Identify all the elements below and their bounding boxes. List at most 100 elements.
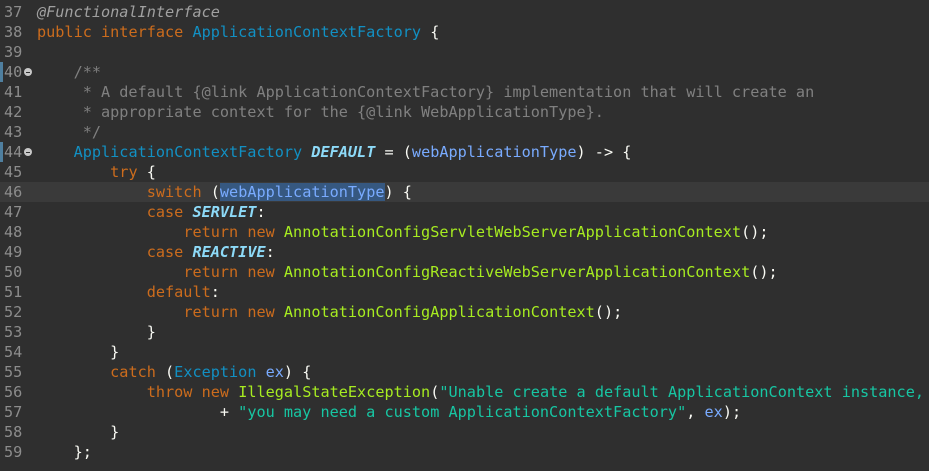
code-text: } <box>37 322 156 342</box>
line-number: 38 <box>4 23 23 41</box>
code-text: throw new IllegalStateException("Unable … <box>37 382 929 402</box>
code-line[interactable]: 40 /** <box>0 62 929 82</box>
code-token: AnnotationConfigApplicationContext <box>283 303 595 321</box>
code-text: case SERVLET: <box>37 202 266 222</box>
code-token: }; <box>37 443 92 461</box>
code-token: REACTIVE <box>192 243 266 261</box>
code-token: AnnotationConfigServletWebServerApplicat… <box>283 223 742 241</box>
line-number: 37 <box>4 3 23 21</box>
code-token: webApplicationType <box>411 143 577 161</box>
line-number: 43 <box>4 123 23 141</box>
code-text: } <box>37 342 119 362</box>
code-token: ex <box>704 403 723 421</box>
code-token: /** <box>37 63 102 81</box>
code-token: = ( <box>375 143 412 161</box>
code-line[interactable]: 54 } <box>0 342 929 362</box>
code-text: return new AnnotationConfigServletWebSer… <box>37 222 768 242</box>
code-text: ApplicationContextFactory DEFAULT = (web… <box>37 142 632 162</box>
code-line[interactable]: 47 case SERVLET: <box>0 202 929 222</box>
code-token: } <box>37 423 120 441</box>
code-token: ( <box>155 363 175 381</box>
code-line[interactable]: 51 default: <box>0 282 929 302</box>
code-line[interactable]: 38 public interface ApplicationContextFac… <box>0 22 929 42</box>
code-text: }; <box>37 442 92 462</box>
line-number: 50 <box>4 263 23 281</box>
code-token: (); <box>750 263 778 281</box>
code-line[interactable]: 53 } <box>0 322 929 342</box>
code-token: ); <box>722 403 742 421</box>
code-line[interactable]: 56 throw new IllegalStateException("Unab… <box>0 382 929 402</box>
line-number: 46 <box>4 183 23 201</box>
code-token: new <box>247 223 284 241</box>
code-text: public interface ApplicationContextFacto… <box>37 22 439 42</box>
code-token: Exception <box>174 363 266 381</box>
code-token: try <box>110 163 138 181</box>
code-token: ApplicationContextFactory <box>192 23 422 41</box>
code-line[interactable]: 52 return new AnnotationConfigApplicatio… <box>0 302 929 322</box>
code-line[interactable]: 46 switch (webApplicationType) { <box>0 182 929 202</box>
code-token: : <box>210 283 220 301</box>
code-token: SERVLET <box>192 203 257 221</box>
code-line[interactable]: 45 try { <box>0 162 929 182</box>
code-text: * appropriate context for the {@link Web… <box>37 102 604 122</box>
code-text: switch (webApplicationType) { <box>37 182 412 202</box>
code-token: new <box>247 303 284 321</box>
code-text: case REACTIVE: <box>37 242 275 262</box>
code-text: @FunctionalInterface <box>37 2 220 22</box>
code-token: ) { <box>283 363 312 381</box>
line-number: 49 <box>4 243 23 261</box>
line-number: 58 <box>4 423 23 441</box>
line-number: 57 <box>4 403 23 421</box>
code-text: default: <box>37 282 220 302</box>
code-line[interactable]: 58 } <box>0 422 929 442</box>
code-line[interactable]: 37 @FunctionalInterface <box>0 2 929 22</box>
code-token: * appropriate context for the {@link Web… <box>37 103 604 121</box>
code-line[interactable]: 55 catch (Exception ex) { <box>0 362 929 382</box>
code-token: ( <box>201 183 220 201</box>
collapse-fold-icon[interactable] <box>24 148 32 156</box>
code-token: ) { <box>384 183 412 201</box>
code-line[interactable]: 41 * A default {@link ApplicationContext… <box>0 82 929 102</box>
code-token: { <box>421 23 440 41</box>
line-number: 55 <box>4 363 23 381</box>
code-line[interactable]: 49 case REACTIVE: <box>0 242 929 262</box>
code-token: default <box>146 283 211 301</box>
code-line[interactable]: 48 return new AnnotationConfigServletWeb… <box>0 222 929 242</box>
code-text: */ <box>37 122 101 142</box>
line-number: 59 <box>4 443 23 461</box>
code-line[interactable]: 44 ApplicationContextFactory DEFAULT = (… <box>0 142 929 162</box>
code-token: (); <box>594 303 623 321</box>
code-token: { <box>137 163 156 181</box>
code-line[interactable]: 39 <box>0 42 929 62</box>
code-text: * A default {@link ApplicationContextFac… <box>37 82 815 102</box>
code-line[interactable]: 42 * appropriate context for the {@link … <box>0 102 929 122</box>
code-text: /** <box>37 62 101 82</box>
code-token: case <box>146 203 193 221</box>
code-token: : <box>256 203 266 221</box>
code-token: */ <box>37 123 102 141</box>
code-line[interactable]: 57 + "you may need a custom ApplicationC… <box>0 402 929 422</box>
code-token: ex <box>265 363 284 381</box>
code-text: catch (Exception ex) { <box>37 362 311 382</box>
code-line[interactable]: 50 return new AnnotationConfigReactiveWe… <box>0 262 929 282</box>
code-line[interactable]: 43 */ <box>0 122 929 142</box>
code-token: IllegalStateException <box>238 383 431 401</box>
code-token: return <box>183 263 248 281</box>
code-token: case <box>146 243 193 261</box>
code-editor[interactable]: 37 @FunctionalInterface 38 public interface… <box>0 0 929 471</box>
code-token: return <box>183 223 248 241</box>
code-text: return new AnnotationConfigApplicationCo… <box>37 302 622 322</box>
code-token: ) -> { <box>576 143 632 161</box>
line-number: 54 <box>4 343 23 361</box>
collapse-fold-icon[interactable] <box>24 68 32 76</box>
code-line[interactable]: 59 }; <box>0 442 929 462</box>
code-token: return <box>183 303 248 321</box>
code-token: AnnotationConfigReactiveWebServerApplica… <box>283 263 751 281</box>
